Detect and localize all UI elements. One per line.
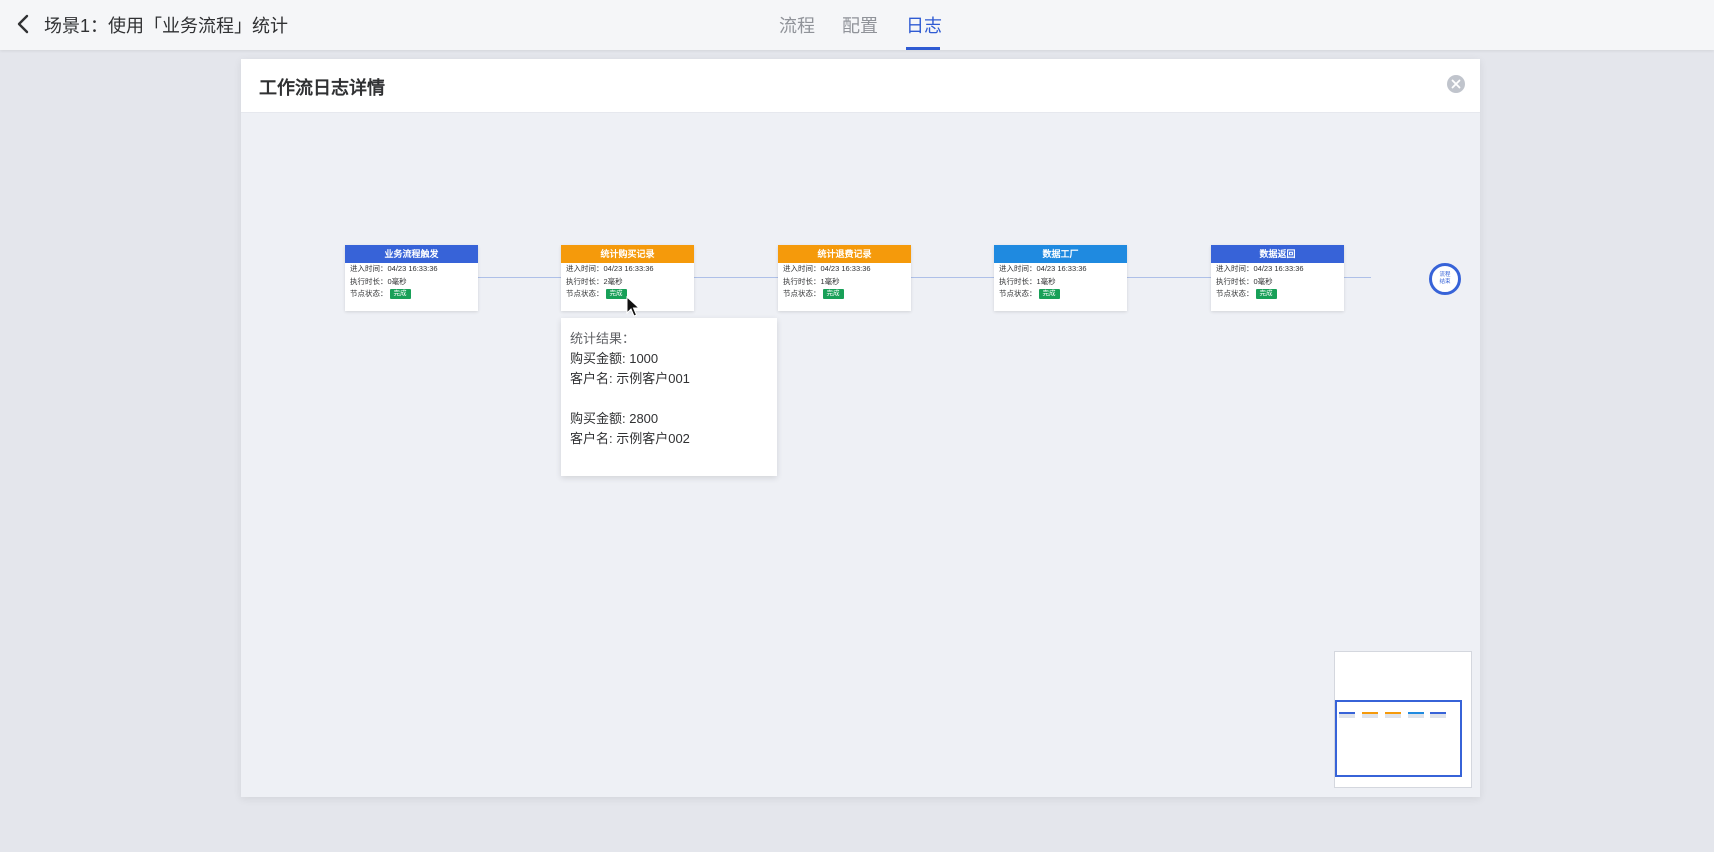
minimap-node — [1339, 712, 1355, 718]
close-icon[interactable] — [1446, 74, 1466, 94]
node-duration: 执行时长：2毫秒 — [566, 276, 623, 286]
minimap-node — [1430, 712, 1446, 718]
node-duration: 执行时长：0毫秒 — [1216, 276, 1273, 286]
node-duration: 执行时长：0毫秒 — [350, 276, 407, 286]
status-badge: 完成 — [822, 289, 844, 300]
flow-node-data-factory[interactable]: 数据工厂 进入时间：04/23 16:33:36 执行时长：1毫秒 节点状态：完… — [994, 245, 1127, 311]
node-title: 数据工厂 — [994, 245, 1127, 263]
node-title: 统计购买记录 — [561, 245, 694, 263]
minimap-node — [1385, 712, 1401, 718]
node-enter-time: 进入时间：04/23 16:33:36 — [999, 264, 1087, 273]
mouse-pointer-icon — [626, 296, 640, 317]
flow-canvas[interactable]: 业务流程触发 进入时间：04/23 16:33:36 执行时长：0毫秒 节点状态… — [241, 113, 1480, 797]
top-bar: 场景1：使用「业务流程」统计 流程 配置 日志 — [0, 0, 1714, 50]
minimap-node — [1408, 712, 1424, 718]
flow-end-node[interactable]: 流程 结束 — [1429, 263, 1461, 295]
node-title: 统计退费记录 — [778, 245, 911, 263]
node-enter-time: 进入时间：04/23 16:33:36 — [783, 264, 871, 273]
dialog-header: 工作流日志详情 — [241, 59, 1480, 113]
flow-node-trigger[interactable]: 业务流程触发 进入时间：04/23 16:33:36 执行时长：0毫秒 节点状态… — [345, 245, 478, 311]
status-badge: 完成 — [1255, 289, 1277, 300]
node-status: 节点状态： 完成 — [778, 288, 911, 301]
status-badge: 完成 — [1038, 289, 1060, 300]
node-title: 数据返回 — [1211, 245, 1344, 263]
node-enter-time: 进入时间：04/23 16:33:36 — [566, 264, 654, 273]
node-duration: 执行时长：1毫秒 — [999, 276, 1056, 286]
minimap[interactable] — [1334, 651, 1472, 788]
tooltip-line: 客户名: 示例客户002 — [570, 431, 690, 446]
status-badge: 完成 — [389, 289, 411, 300]
tab-flow[interactable]: 流程 — [779, 12, 815, 38]
stats-result-tooltip: 统计结果： 购买金额: 1000 客户名: 示例客户001 购买金额: 2800… — [561, 318, 777, 476]
tab-config[interactable]: 配置 — [842, 12, 878, 38]
node-status: 节点状态： 完成 — [1211, 288, 1344, 301]
page-title: 场景1：使用「业务流程」统计 — [44, 16, 289, 36]
tooltip-line: 购买金额: 1000 — [570, 351, 659, 366]
minimap-node — [1362, 712, 1378, 718]
tab-log[interactable]: 日志 — [906, 12, 942, 38]
flow-node-refund-stats[interactable]: 统计退费记录 进入时间：04/23 16:33:36 执行时长：1毫秒 节点状态… — [778, 245, 911, 311]
dialog-title: 工作流日志详情 — [259, 78, 385, 98]
flow-node-data-return[interactable]: 数据返回 进入时间：04/23 16:33:36 执行时长：0毫秒 节点状态：完… — [1211, 245, 1344, 311]
node-status: 节点状态： 完成 — [994, 288, 1127, 301]
workflow-log-dialog: 工作流日志详情 业务流程触发 进入时间：04/23 16:33:36 执行时长：… — [241, 59, 1480, 797]
tooltip-title: 统计结果： — [570, 331, 636, 346]
end-node-label-1: 流程 — [1439, 272, 1451, 278]
node-enter-time: 进入时间：04/23 16:33:36 — [1216, 264, 1304, 273]
end-node-label-2: 结束 — [1439, 279, 1451, 285]
node-enter-time: 进入时间：04/23 16:33:36 — [350, 264, 438, 273]
node-duration: 执行时长：1毫秒 — [783, 276, 840, 286]
chevron-left-icon[interactable] — [14, 13, 34, 35]
active-tab-indicator — [906, 47, 940, 50]
tooltip-line: 客户名: 示例客户001 — [570, 371, 690, 386]
node-title: 业务流程触发 — [345, 245, 478, 263]
tooltip-line: 购买金额: 2800 — [570, 411, 659, 426]
status-badge[interactable]: 完成 — [605, 289, 627, 300]
node-status: 节点状态： 完成 — [345, 288, 478, 301]
